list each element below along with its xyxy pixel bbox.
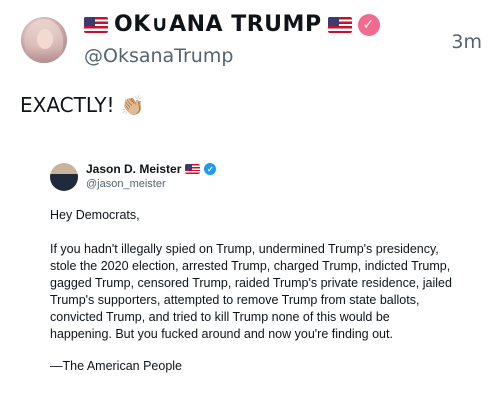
verified-badge-icon: ✓ [204,163,217,175]
quoted-author-avatar[interactable] [50,163,78,191]
verified-badge-icon: ✓ [357,13,380,36]
quoted-author-handle[interactable]: @jason_meister [86,178,166,190]
author-avatar[interactable] [21,17,67,63]
clapping-hands-icon: 👏🏼 [120,94,145,117]
avatar-face [37,29,53,49]
quoted-paragraph: If you hadn't illegally spied on Trump, … [50,241,490,343]
quoted-tweet-body: Hey Democrats, If you hadn't illegally s… [50,207,490,375]
quoted-author-name-row[interactable]: Jason D. Meister ✓ [86,162,217,176]
author-display-name[interactable]: OK∪ANA TRUMP [114,12,322,37]
tweet-timestamp[interactable]: 3m [451,31,482,53]
tweet-text-content: EXACTLY! [20,93,115,117]
quoted-body-line: Trump's supporters, attempted to remove … [50,293,420,307]
quoted-body-line: convicted Trump, and tried to kill Trump… [50,310,390,324]
quoted-tweet[interactable]: Jason D. Meister ✓ @jason_meister Hey De… [36,150,500,414]
us-flag-icon [327,16,352,33]
quoted-signature: —The American People [50,359,183,373]
author-name-row[interactable]: OK∪ANA TRUMP ✓ [84,12,380,37]
author-handle[interactable]: @OksanaTrump [84,45,233,67]
us-flag-icon [84,16,108,33]
tweet-text: EXACTLY! 👏🏼 [20,93,144,117]
quoted-body-line: happening. But you fucked around and now… [50,327,393,341]
quoted-greeting: Hey Democrats, [50,208,140,222]
quoted-body-line: stole the 2020 election, arrested Trump,… [50,259,451,273]
quoted-body-line: If you hadn't illegally spied on Trump, … [50,242,439,256]
quoted-body-line: gagged Trump, censored Trump, raided Tru… [50,276,452,290]
us-flag-icon [185,164,201,174]
quoted-author-name[interactable]: Jason D. Meister [86,162,181,176]
